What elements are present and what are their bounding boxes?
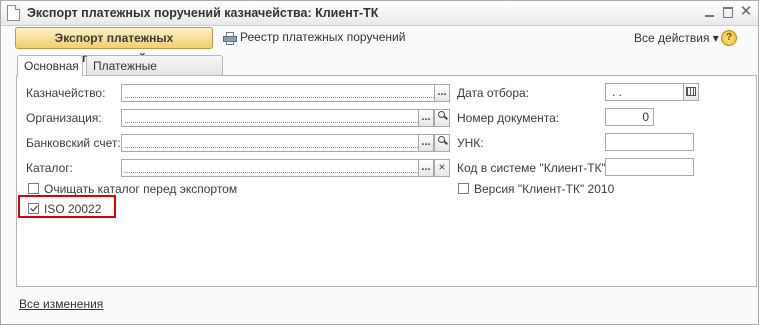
export-window: Экспорт платежных поручений казначейства…: [0, 0, 759, 325]
minimize-button[interactable]: [701, 4, 719, 20]
client-code-field[interactable]: [605, 158, 694, 176]
iso-20022-checkbox[interactable]: [28, 203, 39, 214]
date-field[interactable]: . .: [605, 83, 699, 101]
bank-account-label: Банковский счет:: [26, 136, 121, 150]
organization-label: Организация:: [26, 111, 102, 125]
catalog-label: Каталог:: [26, 161, 73, 175]
tab-payment-documents[interactable]: Платежные документы: [86, 55, 223, 93]
organization-search-button[interactable]: [434, 109, 450, 127]
doc-number-field[interactable]: 0: [605, 108, 654, 126]
treasury-label: Казначейство:: [26, 86, 106, 100]
date-calendar-button[interactable]: [683, 83, 699, 101]
catalog-select-button[interactable]: ...: [418, 159, 434, 177]
iso-20022-label: ISO 20022: [44, 202, 102, 216]
close-button[interactable]: ✕: [737, 4, 755, 20]
title-bar: Экспорт платежных поручений казначейства…: [1, 1, 758, 26]
search-icon: [437, 136, 447, 145]
window-title: Экспорт платежных поручений казначейства…: [27, 6, 379, 20]
organization-field[interactable]: ...: [121, 109, 450, 127]
date-label: Дата отбора:: [457, 86, 530, 100]
unk-field[interactable]: [605, 133, 694, 151]
version-2010-checkbox[interactable]: [458, 183, 469, 194]
registry-label: Реестр платежных поручений: [240, 30, 406, 44]
tab-main[interactable]: Основная: [17, 55, 83, 76]
search-icon: [437, 111, 447, 120]
toolbar: Экспорт платежных поручений Реестр плате…: [1, 26, 758, 65]
bank-account-search-button[interactable]: [434, 134, 450, 152]
catalog-field[interactable]: ... ×: [121, 159, 450, 177]
clear-catalog-checkbox[interactable]: [28, 183, 39, 194]
calendar-icon: [686, 87, 696, 96]
bank-account-field[interactable]: ...: [121, 134, 450, 152]
clear-catalog-label: Очищать каталог перед экспортом: [44, 182, 238, 196]
document-icon: [7, 5, 20, 21]
treasury-field[interactable]: ...: [121, 84, 450, 102]
printer-icon: [223, 31, 237, 45]
maximize-button[interactable]: [719, 4, 737, 20]
client-code-label: Код в системе "Клиент-ТК":: [457, 161, 610, 175]
help-icon[interactable]: ?: [721, 30, 737, 46]
all-actions-menu[interactable]: Все действия ▾: [634, 31, 719, 45]
bank-account-select-button[interactable]: ...: [418, 134, 434, 152]
main-tab-panel: Казначейство: ... Организация: ... Банко…: [16, 75, 757, 287]
export-payment-orders-button[interactable]: Экспорт платежных поручений: [15, 27, 213, 65]
payment-orders-registry-button[interactable]: Реестр платежных поручений: [223, 27, 405, 47]
doc-number-value: 0: [642, 110, 649, 124]
unk-label: УНК:: [457, 136, 484, 150]
close-icon: ×: [438, 160, 446, 174]
treasury-select-button[interactable]: ...: [434, 84, 450, 102]
all-changes-link[interactable]: Все изменения: [19, 297, 103, 311]
organization-select-button[interactable]: ...: [418, 109, 434, 127]
date-value: . .: [612, 85, 623, 99]
catalog-clear-button[interactable]: ×: [434, 159, 450, 177]
version-2010-label: Версия "Клиент-ТК" 2010: [474, 182, 615, 196]
doc-number-label: Номер документа:: [457, 111, 560, 125]
